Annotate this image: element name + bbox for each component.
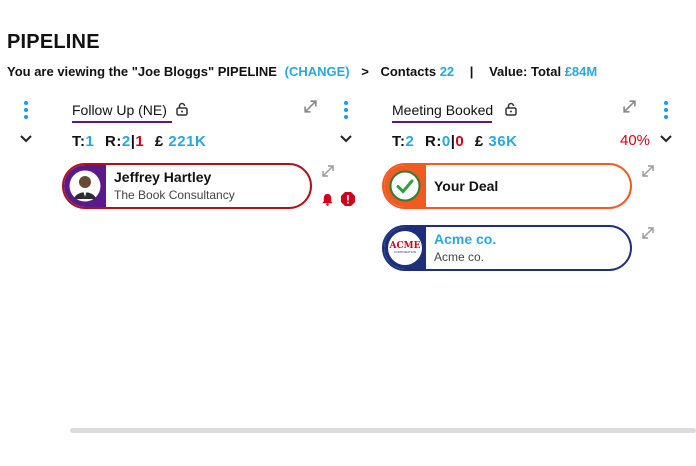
column-follow-up: Follow Up (NE) bbox=[72, 102, 167, 118]
chevron-down-icon[interactable] bbox=[339, 134, 353, 144]
value-total: £84M bbox=[564, 64, 598, 79]
t-value: 2 bbox=[405, 133, 415, 150]
logo-strip: ACME CORPORATION bbox=[384, 227, 426, 269]
lock-open-icon[interactable] bbox=[175, 102, 189, 116]
contact-name: Jeffrey Hartley bbox=[114, 169, 212, 186]
r-value-b: 0 bbox=[455, 133, 465, 150]
page-title: PIPELINE bbox=[7, 31, 100, 53]
currency: £ bbox=[154, 133, 164, 150]
r-value-a: 2 bbox=[121, 133, 131, 150]
column-stats: T:2 R:0|0 £ 36K bbox=[392, 133, 517, 150]
expand-icon[interactable] bbox=[321, 164, 335, 178]
expand-icon[interactable] bbox=[303, 99, 318, 114]
kebab-menu-icon[interactable] bbox=[343, 101, 349, 119]
deal-strip bbox=[384, 165, 426, 207]
r-label: R: bbox=[105, 133, 122, 150]
expand-icon[interactable] bbox=[622, 99, 637, 114]
kebab-menu-icon[interactable] bbox=[23, 101, 29, 119]
alert-icon[interactable] bbox=[340, 191, 356, 207]
contact-card[interactable]: ACME CORPORATION Acme co. Acme co. bbox=[382, 225, 632, 271]
chevron-down-icon[interactable] bbox=[659, 134, 673, 144]
kebab-menu-icon[interactable] bbox=[663, 101, 669, 119]
arrow-separator: > bbox=[361, 64, 369, 79]
currency: £ bbox=[474, 133, 484, 150]
deal-name: Your Deal bbox=[434, 177, 499, 194]
r-value-a: 0 bbox=[441, 133, 451, 150]
expand-icon[interactable] bbox=[641, 226, 655, 240]
column-title-underline bbox=[392, 121, 492, 123]
column-title-underline bbox=[72, 121, 172, 123]
avatar bbox=[69, 170, 101, 202]
column-title[interactable]: Follow Up (NE) bbox=[72, 102, 167, 118]
contacts-label: Contacts bbox=[380, 64, 437, 79]
contact-company: The Book Consultancy bbox=[114, 188, 235, 203]
value-label: Value: Total bbox=[489, 64, 562, 79]
column-title[interactable]: Meeting Booked bbox=[392, 102, 493, 118]
column-stats: T:1 R:2|1 £ 221K bbox=[72, 133, 206, 150]
amount: 36K bbox=[488, 133, 518, 150]
lock-open-icon[interactable] bbox=[504, 102, 518, 116]
bell-icon[interactable] bbox=[321, 193, 334, 206]
horizontal-scrollbar[interactable] bbox=[70, 428, 696, 433]
contact-name: Acme co. bbox=[434, 231, 497, 248]
contact-card[interactable]: Jeffrey Hartley The Book Consultancy bbox=[62, 163, 312, 209]
pipeline-summary: You are viewing the "Joe Bloggs" PIPELIN… bbox=[7, 64, 597, 79]
contact-company: Acme co. bbox=[434, 250, 485, 265]
column-meeting-booked: Meeting Booked bbox=[392, 102, 493, 118]
t-value: 1 bbox=[85, 133, 95, 150]
change-pipeline-link[interactable]: (CHANGE) bbox=[285, 64, 350, 79]
r-value-b: 1 bbox=[135, 133, 145, 150]
deal-card[interactable]: Your Deal bbox=[382, 163, 632, 209]
expand-icon[interactable] bbox=[641, 164, 655, 178]
t-label: T: bbox=[392, 133, 406, 150]
divider: | bbox=[469, 64, 474, 79]
r-label: R: bbox=[425, 133, 442, 150]
acme-logo-subtext: CORPORATION bbox=[393, 249, 417, 254]
t-label: T: bbox=[72, 133, 86, 150]
chevron-down-icon[interactable] bbox=[19, 134, 33, 144]
viewing-text: You are viewing the "Joe Bloggs" PIPELIN… bbox=[7, 64, 277, 79]
amount: 221K bbox=[168, 133, 207, 150]
acme-logo: ACME CORPORATION bbox=[388, 231, 422, 265]
avatar-strip bbox=[64, 165, 106, 207]
conversion-percent: 40% bbox=[620, 132, 651, 149]
checkmark-icon bbox=[389, 170, 421, 202]
contacts-count: 22 bbox=[439, 64, 455, 79]
